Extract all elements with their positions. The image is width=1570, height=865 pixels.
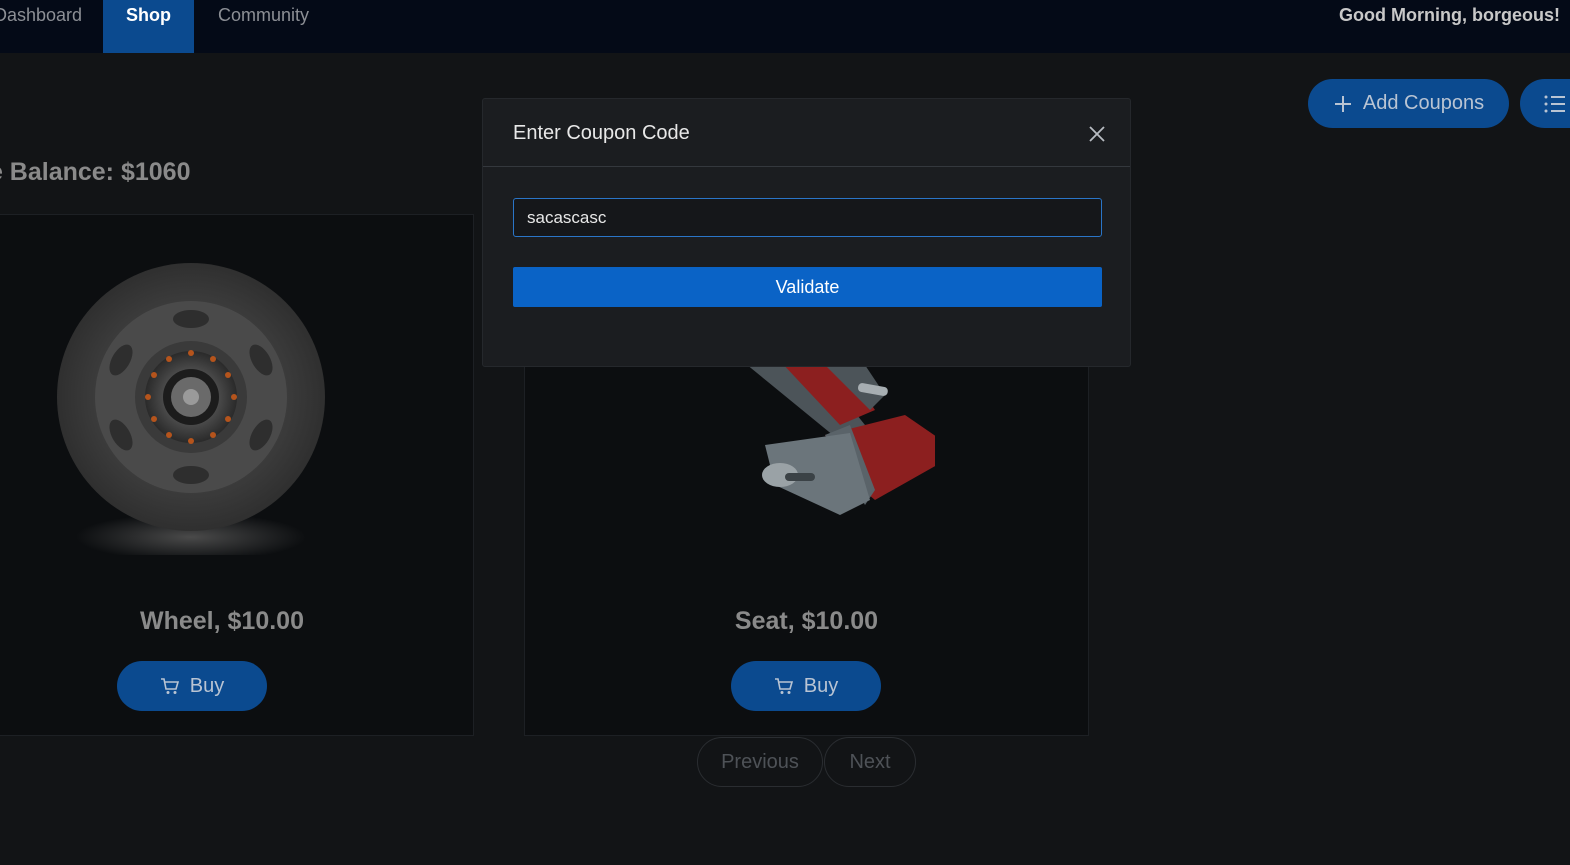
- list-icon: [1544, 95, 1565, 112]
- product-label: Wheel, $10.00: [140, 607, 304, 635]
- coupon-modal: Enter Coupon Code Validate: [482, 98, 1131, 367]
- modal-title: Enter Coupon Code: [513, 122, 690, 144]
- product-label: Seat, $10.00: [734, 607, 879, 635]
- balance-text: le Balance: $1060: [0, 158, 191, 186]
- greeting-text: Good Morning, borgeous!: [1339, 5, 1560, 25]
- add-coupons-label: Add Coupons: [1362, 92, 1485, 114]
- buy-button[interactable]: Buy: [117, 661, 267, 711]
- cart-icon: [160, 678, 179, 694]
- buy-button[interactable]: Buy: [731, 661, 881, 711]
- modal-header: Enter Coupon Code: [483, 99, 1130, 167]
- validate-button[interactable]: Validate: [513, 267, 1102, 307]
- coupon-code-input[interactable]: [513, 198, 1102, 237]
- buy-label: Buy: [189, 674, 225, 697]
- app-root: Dashboard Shop Community Good Morning, b…: [0, 0, 1570, 865]
- cart-icon: [774, 678, 793, 694]
- add-coupons-button[interactable]: Add Coupons: [1308, 79, 1509, 128]
- plus-icon: [1334, 95, 1351, 112]
- wheel-image: [57, 263, 325, 555]
- close-icon[interactable]: [1087, 124, 1107, 144]
- buy-label: Buy: [803, 674, 839, 697]
- past-orders-button[interactable]: [1520, 79, 1570, 128]
- nav-item-dashboard[interactable]: Dashboard: [0, 0, 84, 53]
- product-card-wheel: Wheel, $10.00 Buy: [0, 214, 474, 736]
- nav-item-shop[interactable]: Shop: [103, 0, 194, 53]
- nav-item-community[interactable]: Community: [218, 0, 318, 53]
- next-page-button[interactable]: Next: [824, 737, 916, 787]
- top-navbar: Dashboard Shop Community Good Morning, b…: [0, 0, 1570, 53]
- previous-page-button[interactable]: Previous: [697, 737, 823, 787]
